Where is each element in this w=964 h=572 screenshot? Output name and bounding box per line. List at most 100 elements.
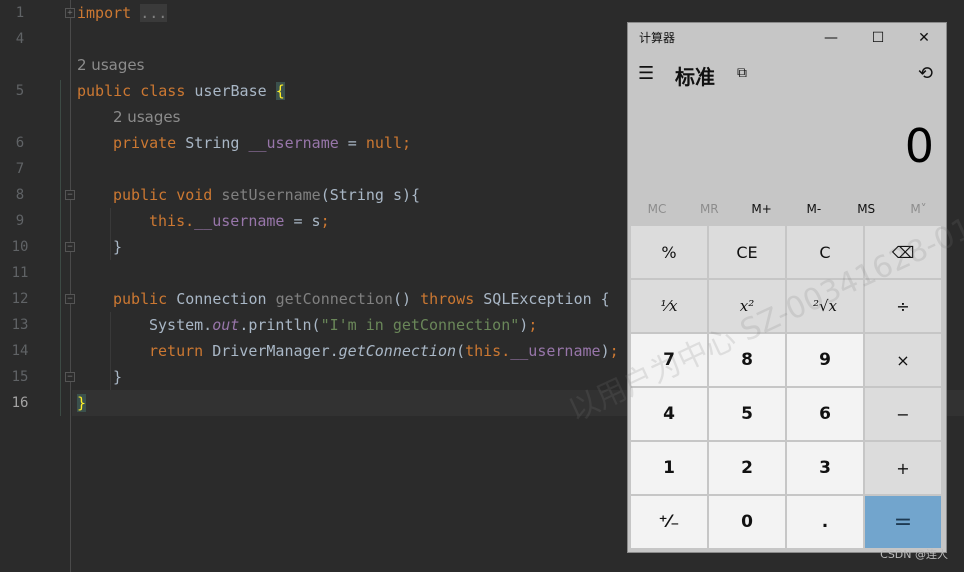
- display-value: 0: [904, 119, 934, 173]
- code-token: throws: [420, 290, 484, 308]
- code-token: __username: [248, 134, 339, 152]
- code-line[interactable]: public void setUsername(String s){: [113, 182, 420, 208]
- memory-button-mc[interactable]: MC: [631, 199, 683, 219]
- key-label: 1: [663, 458, 675, 478]
- code-line[interactable]: private String __username = null;: [113, 130, 411, 156]
- key-label: x²: [739, 297, 755, 315]
- key-button[interactable]: 2: [709, 442, 785, 494]
- key-button[interactable]: =: [865, 496, 941, 548]
- key-label: 6: [819, 404, 831, 424]
- fold-expand-icon[interactable]: +: [65, 8, 75, 18]
- code-line[interactable]: }: [113, 234, 122, 260]
- key-button[interactable]: 8: [709, 334, 785, 386]
- key-button[interactable]: 6: [787, 388, 863, 440]
- line-number: 14: [11, 343, 29, 359]
- line-number: 1: [15, 5, 25, 21]
- key-label: ¹⁄x: [660, 297, 678, 315]
- code-token: = s: [284, 212, 321, 230]
- indent-guide: [110, 312, 111, 390]
- memory-button-ms[interactable]: MS: [840, 199, 892, 219]
- fold-gutter-line: [70, 0, 71, 572]
- fold-collapse-icon[interactable]: −: [65, 294, 75, 304]
- fold-collapse-icon[interactable]: −: [65, 372, 75, 382]
- key-button[interactable]: 7: [631, 334, 707, 386]
- code-token: }: [77, 394, 87, 412]
- code-line[interactable]: this.__username = s;: [149, 208, 330, 234]
- close-button[interactable]: ✕: [901, 23, 947, 53]
- key-button[interactable]: CE: [709, 226, 785, 278]
- key-button[interactable]: 3: [787, 442, 863, 494]
- key-button[interactable]: ¹⁄x: [631, 280, 707, 332]
- menu-icon[interactable]: ☰: [638, 63, 654, 84]
- key-button[interactable]: ⌫: [865, 226, 941, 278]
- code-token: __username: [510, 342, 601, 360]
- calculator-window: 计算器 — ☐ ✕ ☰ 标准 ⧉ ⟲ 0 MC MR M+ M- MS M˅ % CE C ⌫ ¹…: [627, 22, 947, 553]
- mode-title: 标准: [675, 65, 715, 89]
- fold-collapse-icon[interactable]: −: [65, 242, 75, 252]
- key-label: 3: [819, 458, 831, 478]
- code-token: getConnection: [275, 290, 393, 308]
- key-button[interactable]: ²√x: [787, 280, 863, 332]
- key-button[interactable]: +: [865, 442, 941, 494]
- line-number: 5: [15, 83, 25, 99]
- code-token: (String s){: [320, 186, 421, 204]
- key-button[interactable]: −: [865, 388, 941, 440]
- key-button[interactable]: 0: [709, 496, 785, 548]
- key-label: C: [819, 242, 831, 262]
- code-token: ...: [140, 4, 168, 22]
- key-button[interactable]: 5: [709, 388, 785, 440]
- memory-button-m-[interactable]: M-: [788, 199, 840, 219]
- line-number: 4: [15, 31, 25, 47]
- code-token: System.: [149, 316, 213, 334]
- line-number-gutter: 1 4 5 6 7 8 9 10 11 12 13 14 15 16: [0, 0, 60, 572]
- code-line[interactable]: public class userBase {: [77, 78, 285, 104]
- code-line[interactable]: System.out.println("I'm in getConnection…: [149, 312, 537, 338]
- memory-button-m[interactable]: M˅: [893, 199, 945, 219]
- key-button[interactable]: %: [631, 226, 707, 278]
- line-number: 10: [11, 239, 29, 255]
- minimize-button[interactable]: —: [808, 23, 854, 53]
- code-token: this.: [149, 212, 195, 230]
- memory-button-m+[interactable]: M+: [736, 199, 788, 219]
- line-number: 6: [15, 135, 25, 151]
- key-button[interactable]: 9: [787, 334, 863, 386]
- line-number: 11: [11, 265, 29, 281]
- code-line[interactable]: }: [113, 364, 122, 390]
- maximize-button[interactable]: ☐: [855, 23, 901, 53]
- key-button[interactable]: .: [787, 496, 863, 548]
- key-button[interactable]: x²: [709, 280, 785, 332]
- code-token: (: [456, 342, 466, 360]
- code-token: ): [600, 342, 610, 360]
- usages-hint[interactable]: 2 usages: [77, 52, 144, 78]
- key-button[interactable]: ×: [865, 334, 941, 386]
- key-button[interactable]: 1: [631, 442, 707, 494]
- key-label: CE: [736, 242, 758, 262]
- keep-on-top-icon[interactable]: ⧉: [737, 65, 747, 81]
- code-token: public: [113, 290, 177, 308]
- code-line[interactable]: import ...: [77, 0, 168, 26]
- key-label: 5: [741, 404, 753, 424]
- key-label: 9: [819, 350, 831, 370]
- credit-text: CSDN @连人: [880, 548, 948, 561]
- key-button[interactable]: ⁺⁄₋: [631, 496, 707, 548]
- code-token: import: [77, 4, 141, 22]
- code-line[interactable]: return DriverManager.getConnection(this.…: [149, 338, 619, 364]
- key-label: .: [821, 512, 829, 532]
- history-icon[interactable]: ⟲: [918, 63, 933, 84]
- key-label: +: [896, 458, 910, 478]
- key-label: %: [661, 242, 677, 262]
- key-button[interactable]: ÷: [865, 280, 941, 332]
- key-label: 7: [663, 350, 675, 370]
- key-button[interactable]: 4: [631, 388, 707, 440]
- memory-button-mr[interactable]: MR: [683, 199, 735, 219]
- fold-collapse-icon[interactable]: −: [65, 190, 75, 200]
- code-line[interactable]: }: [77, 390, 87, 416]
- key-button[interactable]: C: [787, 226, 863, 278]
- line-number: 8: [15, 187, 25, 203]
- code-line[interactable]: public Connection getConnection() throws…: [113, 286, 610, 312]
- code-token: (): [392, 290, 421, 308]
- key-label: =: [893, 509, 913, 535]
- code-token: null;: [365, 134, 412, 152]
- usages-hint[interactable]: 2 usages: [113, 104, 180, 130]
- key-label: ⁺⁄₋: [658, 512, 680, 532]
